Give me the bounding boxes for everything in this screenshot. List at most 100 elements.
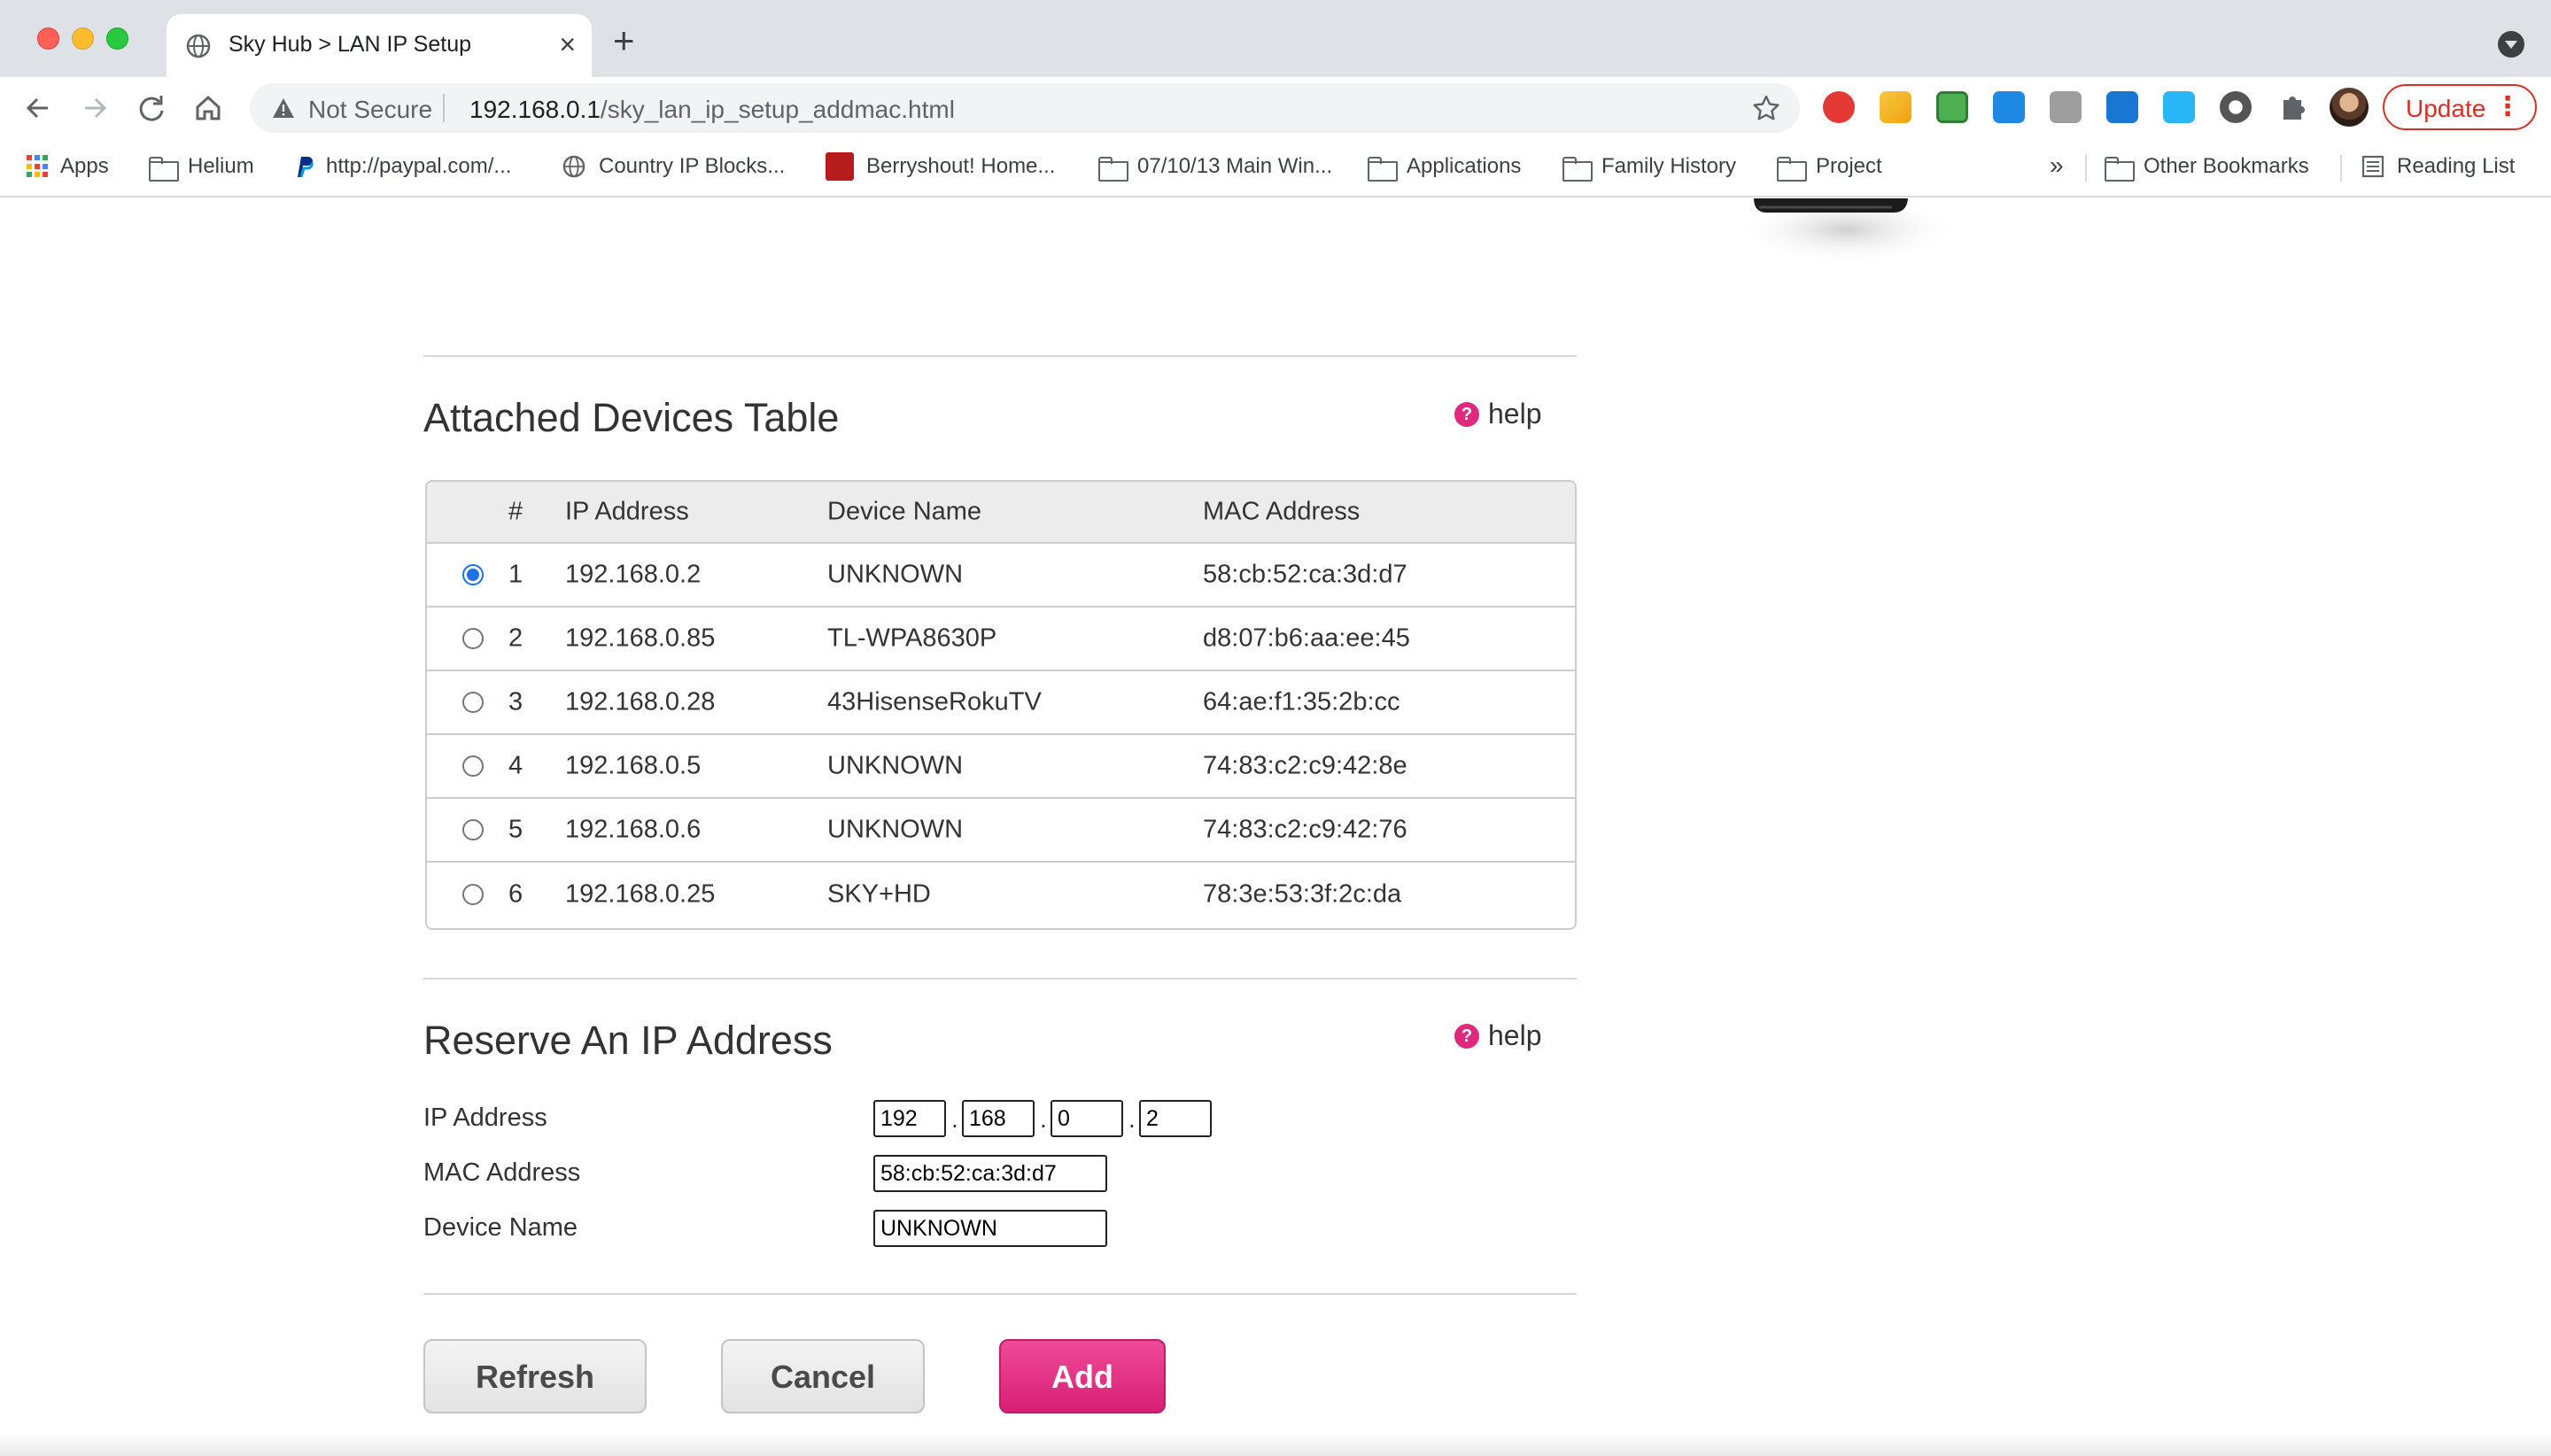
screenshot-extension-icon[interactable]	[1936, 91, 1968, 123]
forward-arrow-icon[interactable]	[74, 88, 115, 128]
radio-unselected[interactable]	[462, 692, 484, 713]
attached-devices-table: # IP Address Device Name MAC Address 1 1…	[425, 480, 1577, 930]
folder-icon	[149, 155, 179, 182]
bird-extension-icon[interactable]	[2163, 91, 2195, 123]
bookmark-helium[interactable]: Helium	[149, 151, 254, 182]
reader-extension-icon[interactable]	[1993, 91, 2025, 123]
bookmark-berryshout[interactable]: Berryshout! Home...	[826, 151, 1055, 182]
warning-triangle-icon	[273, 98, 294, 118]
row-mac: 74:83:c2:c9:42:76	[1203, 815, 1407, 844]
url-text[interactable]: 192.168.0.1/sky_lan_ip_setup_addmac.html	[469, 96, 955, 124]
bookmark-main-win[interactable]: 07/10/13 Main Win...	[1098, 151, 1332, 182]
home-icon[interactable]	[188, 88, 229, 128]
update-chrome-button[interactable]: Update ⋮	[2383, 84, 2537, 130]
radio-selected[interactable]	[462, 564, 484, 585]
bookmark-paypal[interactable]: http://paypal.com/...	[294, 151, 511, 182]
row-ip: 192.168.0.5	[565, 751, 702, 780]
security-status[interactable]: Not Secure	[308, 96, 432, 124]
table-row[interactable]: 4 192.168.0.5 UNKNOWN 74:83:c2:c9:42:8e	[427, 735, 1575, 799]
cancel-button[interactable]: Cancel	[721, 1339, 925, 1413]
active-tab[interactable]: Sky Hub > LAN IP Setup ×	[167, 14, 592, 77]
bookmark-country-ip[interactable]: Country IP Blocks...	[562, 151, 785, 182]
reading-list-icon	[2361, 155, 2384, 178]
new-tab-button[interactable]: +	[613, 22, 635, 59]
ip-octet-1-input[interactable]	[873, 1100, 946, 1137]
back-arrow-icon[interactable]	[18, 88, 58, 128]
bookmark-star-icon[interactable]	[1752, 94, 1780, 122]
table-row[interactable]: 6 192.168.0.25 SKY+HD 78:3e:53:3f:2c:da	[427, 863, 1575, 926]
bookmark-project[interactable]: Project	[1777, 151, 1882, 182]
reading-list-button[interactable]: Reading List	[2361, 151, 2515, 182]
row-radio-button[interactable]	[462, 692, 484, 713]
row-ip: 192.168.0.28	[565, 687, 716, 716]
bookmark-label: Country IP Blocks...	[599, 154, 786, 178]
url-path: /sky_lan_ip_setup_addmac.html	[600, 96, 955, 123]
row-number: 1	[508, 560, 523, 589]
bookmark-label: Helium	[188, 154, 254, 178]
reload-icon[interactable]	[131, 88, 172, 128]
ip-octet-2-input[interactable]	[962, 1100, 1035, 1137]
add-button[interactable]: Add	[999, 1339, 1166, 1413]
row-device-name: UNKNOWN	[827, 815, 964, 844]
reading-list-label: Reading List	[2397, 154, 2516, 178]
tab-search-icon[interactable]	[2498, 31, 2524, 58]
device-name-input[interactable]	[873, 1210, 1107, 1247]
row-mac: 74:83:c2:c9:42:8e	[1203, 751, 1407, 780]
radio-unselected[interactable]	[462, 884, 484, 905]
minimize-window-button[interactable]	[72, 27, 94, 50]
row-ip: 192.168.0.85	[565, 623, 716, 653]
bookmarks-overflow-icon[interactable]: »	[2050, 151, 2064, 180]
mac-address-input[interactable]	[873, 1155, 1107, 1192]
profile-avatar[interactable]	[2330, 88, 2369, 127]
page-content: Attached Devices Table ? help # IP Addre…	[0, 198, 2551, 1456]
section-divider	[423, 1293, 1577, 1295]
bookmark-applications[interactable]: Applications	[1368, 151, 1521, 182]
maximize-window-button[interactable]	[106, 27, 128, 50]
code-extension-icon[interactable]	[2050, 91, 2082, 123]
row-ip: 192.168.0.6	[565, 815, 702, 844]
update-label: Update	[2406, 95, 2486, 122]
window-extension-icon[interactable]	[2106, 91, 2138, 123]
address-bar[interactable]: Not Secure 192.168.0.1/sky_lan_ip_setup_…	[250, 83, 1800, 133]
table-row[interactable]: 1 192.168.0.2 UNKNOWN 58:cb:52:ca:3d:d7	[427, 544, 1575, 608]
puzzle-extensions-icon[interactable]	[2276, 91, 2308, 123]
bookmark-apps[interactable]: Apps	[27, 151, 109, 182]
attached-devices-help-link[interactable]: ? help	[1454, 398, 1542, 430]
column-header-ip: IP Address	[565, 497, 689, 526]
close-window-button[interactable]	[37, 27, 59, 50]
reserve-ip-help-link[interactable]: ? help	[1454, 1019, 1542, 1052]
bookmark-other-bookmarks[interactable]: Other Bookmarks	[2105, 151, 2309, 182]
attached-devices-title: Attached Devices Table	[423, 395, 840, 440]
ip-octet-4-input[interactable]	[1139, 1100, 1212, 1137]
table-header: # IP Address Device Name MAC Address	[427, 482, 1575, 544]
help-icon: ?	[1454, 401, 1479, 427]
row-radio-button[interactable]	[462, 884, 484, 905]
radio-unselected[interactable]	[462, 819, 484, 840]
table-row[interactable]: 3 192.168.0.28 43HisenseRokuTV 64:ae:f1:…	[427, 671, 1575, 735]
row-number: 2	[508, 623, 523, 653]
browser-tab-strip: Sky Hub > LAN IP Setup × +	[0, 0, 2551, 77]
ip-address-label: IP Address	[423, 1104, 547, 1132]
table-row[interactable]: 5 192.168.0.6 UNKNOWN 74:83:c2:c9:42:76	[427, 799, 1575, 863]
ip-octet-3-input[interactable]	[1051, 1100, 1123, 1137]
bookmark-label: Other Bookmarks	[2144, 154, 2309, 178]
berryshout-icon	[826, 152, 854, 181]
highlighter-extension-icon[interactable]	[1880, 91, 1911, 123]
column-header-mac: MAC Address	[1203, 497, 1361, 526]
url-host: 192.168.0.1	[469, 96, 601, 123]
circle-extension-icon[interactable]	[2220, 91, 2252, 123]
radio-unselected[interactable]	[462, 628, 484, 649]
globe-icon	[186, 34, 211, 58]
row-radio-button[interactable]	[462, 819, 484, 840]
bookmark-family-history[interactable]: Family History	[1562, 151, 1736, 182]
folder-icon	[1098, 155, 1128, 182]
row-radio-button[interactable]	[462, 628, 484, 649]
table-row[interactable]: 2 192.168.0.85 TL-WPA8630P d8:07:b6:aa:e…	[427, 608, 1575, 671]
stop-sign-extension-icon[interactable]	[1823, 91, 1855, 123]
row-radio-button[interactable]	[462, 755, 484, 777]
tab-close-icon[interactable]: ×	[559, 27, 576, 62]
refresh-button[interactable]: Refresh	[423, 1339, 647, 1413]
radio-unselected[interactable]	[462, 755, 484, 777]
row-radio-button[interactable]	[462, 564, 484, 585]
help-icon: ?	[1454, 1023, 1479, 1049]
